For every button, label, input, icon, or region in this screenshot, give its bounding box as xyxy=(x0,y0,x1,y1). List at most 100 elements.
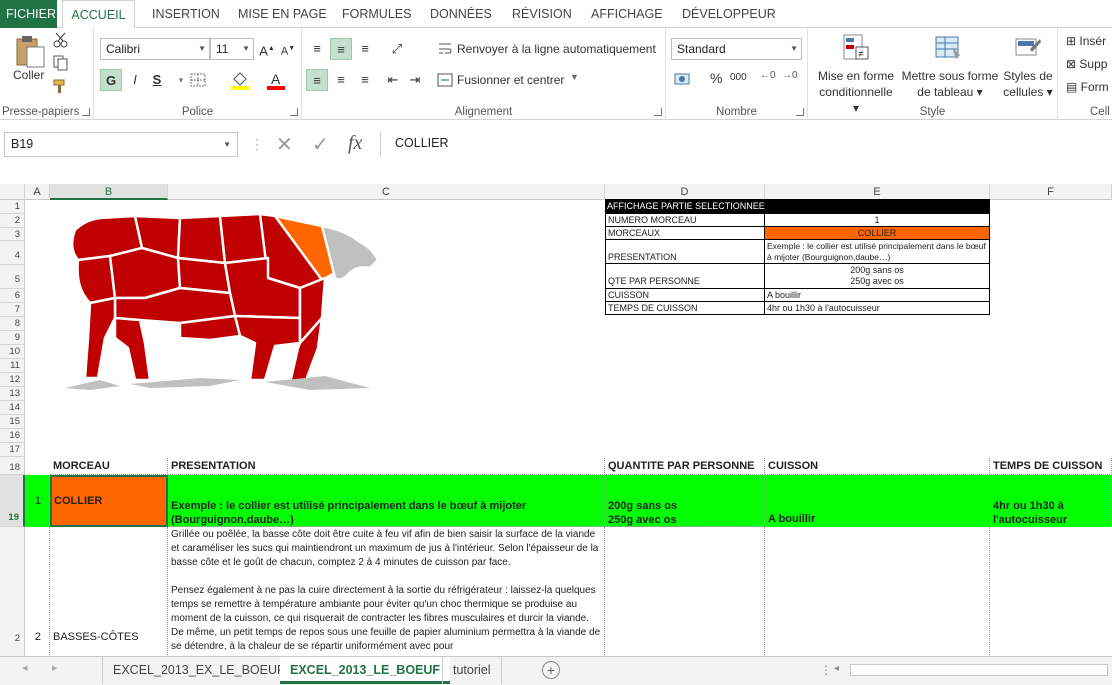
name-box[interactable]: B19 ▼ xyxy=(4,132,238,157)
align-right-icon[interactable]: ≡ xyxy=(354,69,376,91)
chevron-down-icon[interactable]: ▼ xyxy=(223,133,231,156)
column-header-e[interactable]: E xyxy=(765,184,990,200)
row-header-13[interactable]: 13 xyxy=(0,387,25,401)
tab-accueil[interactable]: ACCUEIL xyxy=(62,0,135,29)
bold-button[interactable]: G xyxy=(100,69,122,91)
row-header-3[interactable]: 3 xyxy=(0,228,25,241)
underline-button[interactable]: S xyxy=(146,69,168,91)
format-as-table-icon[interactable] xyxy=(934,33,962,63)
cut-icon[interactable] xyxy=(52,32,70,48)
info-value-morceaux[interactable]: COLLIER xyxy=(764,226,990,240)
row-header-20[interactable]: 2 xyxy=(0,527,25,656)
increase-decimal-icon[interactable]: ←0 xyxy=(760,70,776,81)
cell-styles-icon[interactable] xyxy=(1014,33,1042,63)
row-header-18[interactable]: 18 xyxy=(0,457,25,475)
format-as-table-button[interactable]: Mettre sous forme de tableau ▾ xyxy=(901,68,999,100)
sheet-tab-tutoriel[interactable]: tutoriel xyxy=(442,657,502,684)
row-header-7[interactable]: 7 xyxy=(0,303,25,317)
row1-presentation[interactable]: Exemple : le collier est utilisé princip… xyxy=(168,475,605,527)
alignment-launcher-icon[interactable] xyxy=(654,108,662,116)
conditional-format-icon[interactable]: ≠ xyxy=(842,33,870,63)
row-header-11[interactable]: 11 xyxy=(0,359,25,373)
clipboard-launcher-icon[interactable] xyxy=(82,108,90,116)
row1-morceau-selected[interactable]: COLLIER xyxy=(50,475,168,527)
format-painter-icon[interactable] xyxy=(52,78,70,94)
font-color-icon[interactable]: A xyxy=(266,70,286,90)
number-format-select[interactable]: Standard ▼ xyxy=(671,38,802,60)
row2-cuisson[interactable] xyxy=(765,527,990,656)
decrease-decimal-icon[interactable]: →0 xyxy=(782,70,798,81)
row2-temps[interactable] xyxy=(990,527,1112,656)
sheet-tab-le-boeuf[interactable]: EXCEL_2013_LE_BOEUF xyxy=(280,657,451,684)
insert-cells-button[interactable]: ⊞ Insér xyxy=(1066,34,1106,48)
currency-icon[interactable] xyxy=(674,72,690,86)
sheet-tab-ex-le-boeuf[interactable]: EXCEL_2013_EX_LE_BOEUF xyxy=(102,657,296,684)
font-name-select[interactable]: Calibri ▼ xyxy=(100,38,210,60)
orientation-icon[interactable]: ⤢ xyxy=(386,38,408,60)
insert-function-icon[interactable]: fx xyxy=(348,132,362,155)
thousands-button[interactable]: 000 xyxy=(730,72,747,83)
tab-developpeur[interactable]: DÉVELOPPEUR xyxy=(676,0,782,28)
add-sheet-icon[interactable]: + xyxy=(542,661,560,679)
borders-icon[interactable] xyxy=(190,73,206,87)
column-header-d[interactable]: D xyxy=(605,184,765,200)
row-header-8[interactable]: 8 xyxy=(0,317,25,331)
info-value-cuisson[interactable]: A bouillir xyxy=(764,288,990,302)
row-header-14[interactable]: 14 xyxy=(0,401,25,415)
row-header-9[interactable]: 9 xyxy=(0,331,25,345)
select-all-corner[interactable] xyxy=(0,184,25,200)
number-launcher-icon[interactable] xyxy=(796,108,804,116)
column-header-f[interactable]: F xyxy=(990,184,1112,200)
align-center-icon[interactable]: ≡ xyxy=(330,69,352,91)
align-top-icon[interactable]: ≡ xyxy=(306,38,328,60)
cancel-icon[interactable]: ✕ xyxy=(276,132,293,157)
decrease-indent-icon[interactable]: ⇤ xyxy=(382,69,404,91)
row-header-1[interactable]: 1 xyxy=(0,200,25,214)
underline-dropdown-icon[interactable]: ▾ xyxy=(170,69,192,91)
fill-color-icon[interactable] xyxy=(230,70,250,90)
paste-button[interactable]: Coller xyxy=(13,68,44,82)
row-header-12[interactable]: 12 xyxy=(0,373,25,387)
tab-fichier[interactable]: FICHIER xyxy=(0,0,57,28)
italic-button[interactable]: I xyxy=(124,69,146,91)
row-header-10[interactable]: 10 xyxy=(0,345,25,359)
header-presentation[interactable]: PRESENTATION xyxy=(168,458,605,475)
row-header-4[interactable]: 4 xyxy=(0,241,25,265)
scroll-right-icon[interactable]: ▸ xyxy=(52,661,58,674)
format-cells-button[interactable]: ▤ Form xyxy=(1066,80,1109,94)
row1-quantite[interactable]: 200g sans os 250g avec os xyxy=(605,475,765,527)
column-header-c[interactable]: C xyxy=(168,184,605,200)
row1-cuisson[interactable]: A bouillir xyxy=(765,475,990,527)
align-bottom-icon[interactable]: ≡ xyxy=(354,38,376,60)
tab-affichage[interactable]: AFFICHAGE xyxy=(585,0,669,28)
chevron-down-icon[interactable]: ▼ xyxy=(570,72,579,82)
header-temps[interactable]: TEMPS DE CUISSON xyxy=(990,458,1112,475)
info-value-temps[interactable]: 4hr ou 1h30 à l'autocuisseur xyxy=(764,301,990,315)
grow-font-icon[interactable]: A▲ xyxy=(256,38,278,60)
paste-icon[interactable] xyxy=(13,33,47,69)
tab-formules[interactable]: FORMULES xyxy=(336,0,417,28)
horizontal-scrollbar[interactable] xyxy=(850,664,1108,676)
more-options-icon[interactable]: ⋮ xyxy=(250,136,264,153)
row-header-6[interactable]: 6 xyxy=(0,289,25,303)
header-morceau[interactable]: MORCEAU xyxy=(50,458,168,475)
scroll-left-arrow-icon[interactable]: ◂ xyxy=(834,663,839,674)
merge-center-button[interactable]: Fusionner et centrer xyxy=(457,73,564,87)
scroll-options-icon[interactable]: ⋮ xyxy=(820,663,832,677)
row2-presentation[interactable]: Grillée ou poêlée, la basse côte doit êt… xyxy=(168,527,605,656)
copy-icon[interactable] xyxy=(52,55,70,71)
row-header-19[interactable]: 19 xyxy=(0,475,25,527)
row-header-2[interactable]: 2 xyxy=(0,214,25,228)
tab-revision[interactable]: RÉVISION xyxy=(506,0,578,28)
increase-indent-icon[interactable]: ⇥ xyxy=(404,69,426,91)
shrink-font-icon[interactable]: A▼ xyxy=(277,38,299,60)
font-launcher-icon[interactable] xyxy=(290,108,298,116)
header-quantite[interactable]: QUANTITE PAR PERSONNE xyxy=(605,458,765,475)
enter-icon[interactable]: ✓ xyxy=(312,132,329,157)
row2-quantite[interactable] xyxy=(605,527,765,656)
column-header-b[interactable]: B xyxy=(50,184,168,200)
align-left-icon[interactable]: ≡ xyxy=(306,69,328,91)
tab-mise-en-page[interactable]: MISE EN PAGE xyxy=(232,0,333,28)
row1-temps[interactable]: 4hr ou 1h30 à l'autocuisseur xyxy=(990,475,1112,527)
row-header-5[interactable]: 5 xyxy=(0,265,25,289)
